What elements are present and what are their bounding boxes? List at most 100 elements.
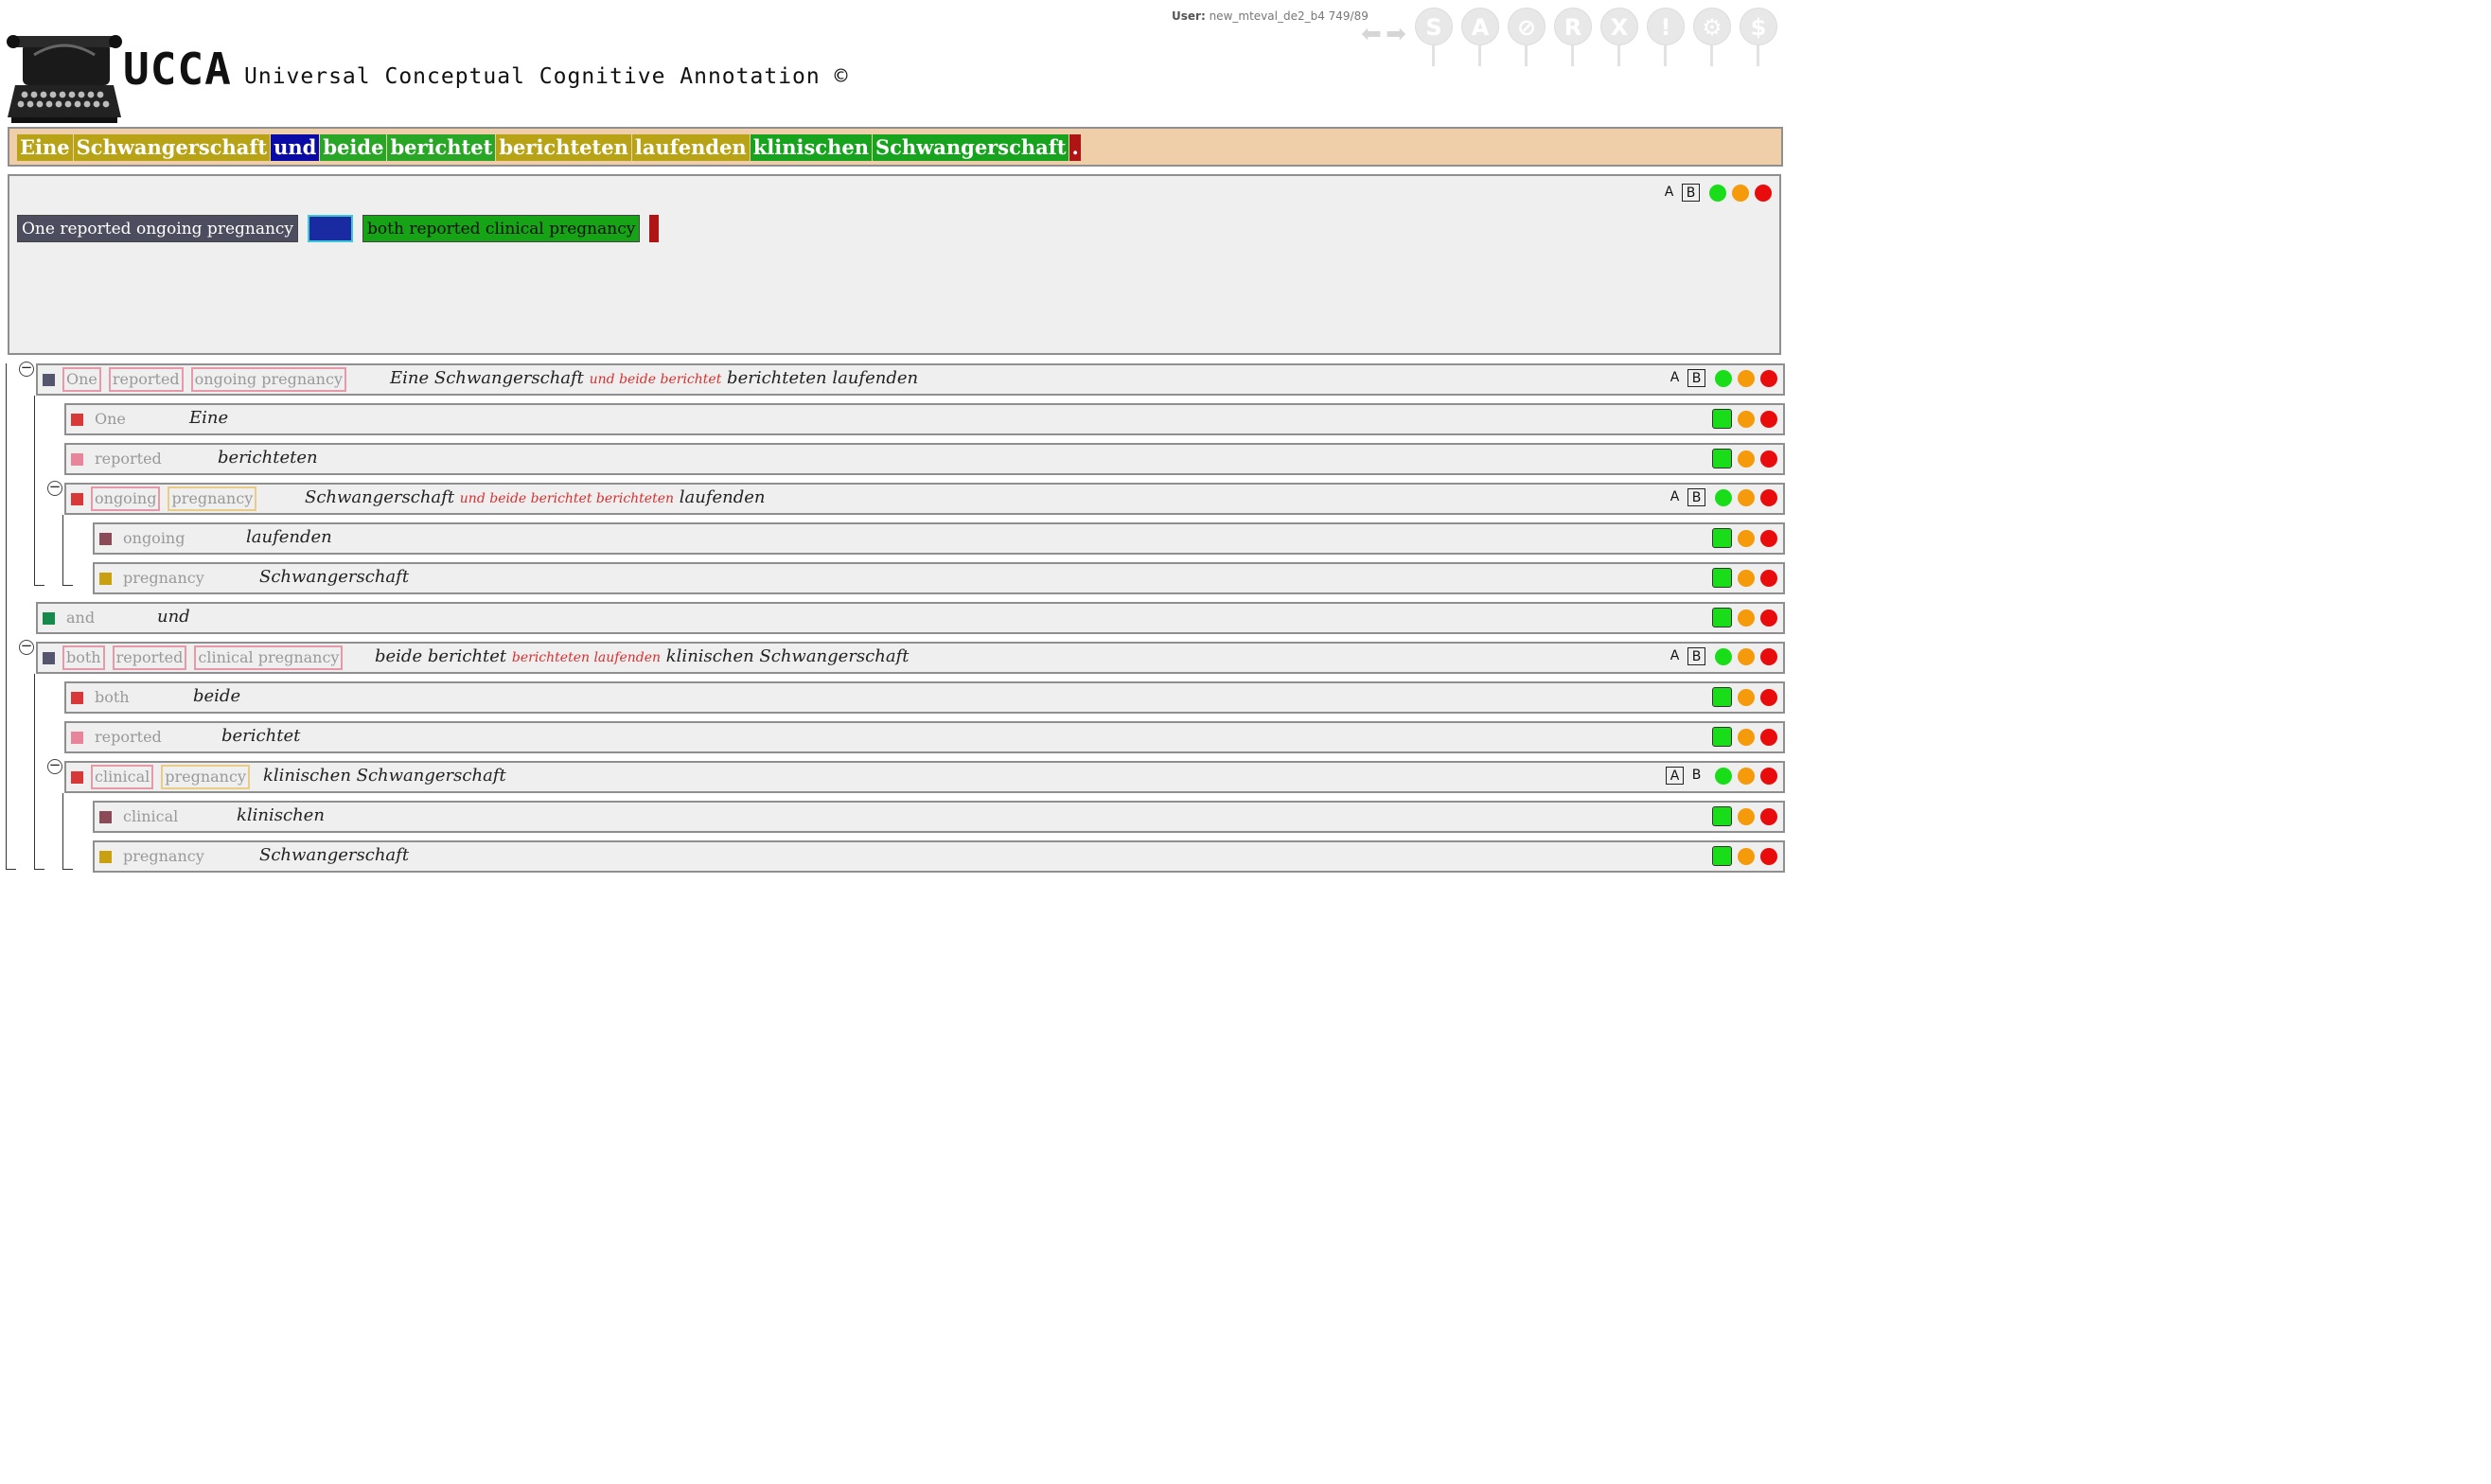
passage-token[interactable]: Schwangerschaft: [872, 134, 1069, 161]
unit-chip[interactable]: both: [91, 685, 133, 710]
focus-unit[interactable]: both reported clinical pregnancy: [362, 215, 641, 242]
unit-row-r1[interactable]: One reported ongoing pregnancy Eine Schwang…: [36, 363, 1785, 396]
green-status-icon[interactable]: [1712, 568, 1732, 588]
orange-status-icon[interactable]: [1738, 728, 1755, 746]
unit-category-swatch[interactable]: [71, 452, 83, 466]
green-status-icon[interactable]: [1715, 767, 1732, 785]
unit-category-swatch[interactable]: [71, 731, 83, 744]
orange-status-icon[interactable]: [1738, 488, 1755, 506]
unit-row-r3[interactable]: reported berichteten: [64, 443, 1785, 475]
save-button[interactable]: S: [1413, 8, 1455, 66]
unit-row-r9[interactable]: both beide: [64, 681, 1785, 714]
red-status-icon[interactable]: [1760, 647, 1777, 665]
collapse-toggle-icon[interactable]: −: [19, 361, 34, 377]
unit-chip[interactable]: reported: [91, 725, 166, 750]
unit-category-swatch[interactable]: [43, 373, 55, 386]
unit-chip[interactable]: clinical: [119, 804, 182, 829]
unit-row-r2[interactable]: One Eine: [64, 403, 1785, 435]
red-status-icon[interactable]: [1755, 184, 1772, 202]
orange-status-icon[interactable]: [1738, 450, 1755, 468]
unit-row-r13[interactable]: pregnancy Schwangerschaft: [93, 840, 1785, 873]
passage-token[interactable]: berichteten: [496, 134, 631, 161]
ab-toggle-b[interactable]: B: [1687, 647, 1705, 665]
red-status-icon[interactable]: [1760, 807, 1777, 825]
green-status-icon[interactable]: [1712, 409, 1732, 429]
submit-button[interactable]: A: [1459, 8, 1501, 66]
unit-chip[interactable]: both: [62, 645, 105, 670]
ab-toggle-b[interactable]: B: [1687, 488, 1705, 506]
ab-toggle-b[interactable]: B: [1687, 767, 1705, 785]
unit-chip[interactable]: One: [62, 367, 101, 392]
unit-category-swatch[interactable]: [43, 611, 55, 625]
passage-token[interactable]: berichtet: [387, 134, 496, 161]
orange-status-icon[interactable]: [1738, 688, 1755, 706]
green-status-icon[interactable]: [1712, 806, 1732, 826]
passage-token[interactable]: laufenden: [631, 134, 750, 161]
red-status-icon[interactable]: [1760, 488, 1777, 506]
passage-token[interactable]: und: [271, 134, 320, 161]
red-status-icon[interactable]: [1760, 450, 1777, 468]
red-status-icon[interactable]: [1760, 529, 1777, 547]
orange-status-icon[interactable]: [1738, 369, 1755, 387]
orange-status-icon[interactable]: [1738, 529, 1755, 547]
left-arrow-icon[interactable]: ⬅: [1359, 22, 1384, 46]
help-button[interactable]: !: [1645, 8, 1687, 66]
close-button[interactable]: X: [1599, 8, 1640, 66]
right-arrow-icon[interactable]: ➡: [1384, 22, 1408, 46]
green-status-icon[interactable]: [1715, 488, 1732, 506]
orange-status-icon[interactable]: [1738, 807, 1755, 825]
focus-unit[interactable]: and: [308, 215, 354, 242]
green-status-icon[interactable]: [1712, 449, 1732, 468]
unit-chip[interactable]: reported: [108, 367, 184, 392]
green-status-icon[interactable]: [1712, 687, 1732, 707]
unit-row-r6[interactable]: pregnancy Schwangerschaft: [93, 562, 1785, 594]
unit-category-swatch[interactable]: [43, 651, 55, 664]
unit-chip[interactable]: ongoing: [91, 486, 161, 511]
unit-row-r4[interactable]: ongoing pregnancy Schwangerschaft und beid…: [64, 483, 1785, 515]
red-status-icon[interactable]: [1760, 728, 1777, 746]
unit-row-r12[interactable]: clinical klinischen: [93, 801, 1785, 833]
unit-chip[interactable]: ongoing pregnancy: [190, 367, 346, 392]
orange-status-icon[interactable]: [1732, 184, 1749, 202]
unit-chip[interactable]: One: [91, 407, 130, 432]
unit-category-swatch[interactable]: [71, 691, 83, 704]
green-status-icon[interactable]: [1712, 528, 1732, 548]
passage-token[interactable]: beide: [320, 134, 387, 161]
unit-chip[interactable]: reported: [112, 645, 187, 670]
ab-toggle-a[interactable]: A: [1666, 369, 1684, 387]
unit-chip[interactable]: ongoing: [119, 526, 188, 551]
reset-button[interactable]: R: [1552, 8, 1594, 66]
red-status-icon[interactable]: [1760, 847, 1777, 865]
unit-row-r10[interactable]: reported berichtet: [64, 721, 1785, 753]
red-status-icon[interactable]: [1760, 767, 1777, 785]
unit-category-swatch[interactable]: [71, 413, 83, 426]
red-status-icon[interactable]: [1760, 369, 1777, 387]
red-status-icon[interactable]: [1760, 688, 1777, 706]
orange-status-icon[interactable]: [1738, 410, 1755, 428]
ab-toggle-a[interactable]: A: [1666, 488, 1684, 506]
green-status-icon[interactable]: [1709, 184, 1726, 202]
unit-category-swatch[interactable]: [99, 850, 112, 863]
red-status-icon[interactable]: [1760, 609, 1777, 627]
unit-chip[interactable]: pregnancy: [168, 486, 257, 511]
orange-status-icon[interactable]: [1738, 767, 1755, 785]
green-status-icon[interactable]: [1715, 369, 1732, 387]
unit-chip[interactable]: pregnancy: [119, 566, 208, 591]
red-status-icon[interactable]: [1760, 410, 1777, 428]
ab-toggle-a[interactable]: A: [1666, 767, 1684, 785]
unit-row-r8[interactable]: both reported clinical pregnancy beide beri…: [36, 642, 1785, 674]
ab-toggle-a[interactable]: A: [1660, 184, 1678, 202]
cancel-button[interactable]: ⊘: [1506, 8, 1547, 66]
passage-token[interactable]: Eine: [17, 134, 73, 161]
focus-unit[interactable]: One reported ongoing pregnancy: [17, 215, 299, 242]
unit-row-r5[interactable]: ongoing laufenden: [93, 522, 1785, 555]
ab-toggle-a[interactable]: A: [1666, 647, 1684, 665]
unit-category-swatch[interactable]: [99, 572, 112, 585]
green-status-icon[interactable]: [1712, 846, 1732, 866]
collapse-toggle-icon[interactable]: −: [47, 758, 62, 774]
passage-token[interactable]: Schwangerschaft: [73, 134, 271, 161]
unit-category-swatch[interactable]: [71, 492, 83, 505]
unit-row-r7[interactable]: and und: [36, 602, 1785, 634]
ab-toggle-b[interactable]: B: [1687, 369, 1705, 387]
collapse-toggle-icon[interactable]: −: [19, 639, 34, 655]
